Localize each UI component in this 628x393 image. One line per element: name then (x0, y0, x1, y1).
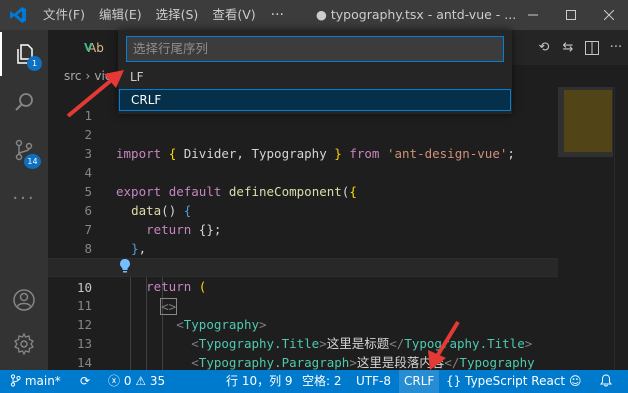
sync-icon: ⟳ (80, 374, 91, 388)
split-editor-icon (585, 40, 599, 55)
maximize-icon (566, 10, 576, 20)
title-bar: 文件(F) 编辑(E) 选择(S) 查看(V) ··· ● typography… (0, 0, 628, 30)
compare-button[interactable]: ⟲ (532, 36, 556, 60)
encoding[interactable]: UTF-8 (356, 370, 391, 393)
menu-more-button[interactable]: ··· (263, 7, 292, 23)
code-line: 9 return ( (48, 239, 558, 294)
code-line: 5 data() { (48, 163, 558, 218)
language-mode[interactable]: {} TypeScript React (446, 370, 565, 393)
indentation[interactable]: 空格: 2 (302, 370, 342, 393)
minimize-button[interactable] (514, 0, 552, 30)
code-line: 15 这里是第二内容二 (48, 353, 558, 370)
activity-bar: 1 14 ··· (0, 30, 48, 370)
account-icon (13, 289, 35, 311)
notifications-button[interactable] (600, 370, 612, 393)
eol-option-crlf[interactable]: CRLF (119, 89, 511, 111)
bell-icon (600, 374, 612, 387)
ellipsis-icon: ··· (12, 187, 36, 209)
language-name: TypeScript React (465, 374, 566, 388)
feedback-button[interactable]: ☺ (569, 370, 582, 393)
menu-edit[interactable]: 编辑(E) (92, 0, 149, 30)
status-bar: main* ⟳ ⓧ 0 ⚠ 35 行 10，列 9 空格: 2 UTF-8 CR… (0, 370, 628, 393)
menu-selection[interactable]: 选择(S) (149, 0, 206, 30)
manage-button[interactable] (0, 322, 48, 366)
vscode-logo-icon (0, 0, 36, 30)
eol-option-lf[interactable]: LF (119, 66, 511, 88)
ellipsis-icon: ··· (609, 40, 623, 55)
git-compare-icon: ⇆ (562, 40, 574, 55)
search-icon (15, 93, 33, 111)
code-line: 11 <Typography> (48, 277, 558, 332)
code-line: 12 <Typography.Title>这里是标题</Typography.T… (48, 296, 558, 351)
scm-badge: 14 (24, 154, 41, 169)
feedback-icon: ☺ (569, 374, 582, 388)
quick-pick-input[interactable]: 选择行尾序列 (126, 36, 504, 62)
sync-button[interactable]: ⟳ (80, 370, 90, 393)
git-branch-icon (10, 374, 21, 387)
warning-count: 35 (149, 374, 166, 388)
explorer-button[interactable]: 1 (0, 32, 48, 76)
breadcrumb-src[interactable]: src (64, 69, 82, 83)
code-line: 4 export default defineComponent({ (48, 144, 558, 199)
window-title: ● typography.tsx - antd-vue - ... (316, 7, 517, 22)
source-control-button[interactable]: 14 (0, 128, 48, 172)
code-editor[interactable]: 1 2 import { Divider, Typography } from … (48, 87, 558, 370)
error-count: 0 (123, 374, 132, 388)
search-button[interactable] (0, 80, 48, 124)
error-icon: ⓧ (108, 374, 121, 388)
editor-actions: ⟲ ⇆ ··· (532, 30, 628, 65)
accounts-button[interactable] (0, 278, 48, 322)
menu-file[interactable]: 文件(F) (36, 0, 92, 30)
lightbulb-icon[interactable] (118, 258, 132, 274)
code-line: 13 <Typography.Paragraph>这里是段落内容</Typogr… (48, 315, 558, 370)
code-line: 6 return {}; (48, 182, 558, 237)
eol-selector[interactable]: CRLF (399, 370, 440, 393)
close-button[interactable] (590, 0, 628, 30)
code-line: 7 }, (48, 201, 558, 256)
open-changes-button[interactable]: ⇆ (556, 36, 580, 60)
code-line: 3 (48, 125, 558, 161)
more-views-button[interactable]: ··· (0, 176, 48, 220)
branch-indicator[interactable]: main* (10, 370, 61, 393)
minimize-icon (528, 14, 538, 16)
close-icon (604, 10, 614, 20)
warning-icon: ⚠ (135, 374, 147, 388)
code-line: 14 <Typography.Paragraph> (48, 334, 558, 370)
braces-icon: {} (446, 374, 462, 388)
minimap-content (564, 90, 612, 152)
explorer-badge: 1 (27, 56, 42, 71)
cursor-position[interactable]: 行 10，列 9 (226, 370, 293, 393)
code-line: 8 render() { (48, 220, 558, 275)
split-editor-button[interactable] (580, 36, 604, 60)
vue-file-icon: V (84, 41, 93, 54)
maximize-button[interactable] (552, 0, 590, 30)
vertical-scrollbar[interactable] (614, 87, 628, 370)
breadcrumb-separator: › (85, 69, 91, 83)
more-actions-button[interactable]: ··· (604, 36, 628, 60)
gear-icon (14, 332, 34, 356)
menu-view[interactable]: 查看(V) (205, 0, 262, 30)
branch-name: main* (24, 374, 61, 388)
eol-quick-pick: 选择行尾序列 LF CRLF (118, 30, 512, 114)
problems-indicator[interactable]: ⓧ 0 ⚠ 35 (108, 370, 165, 393)
compare-icon: ⟲ (538, 40, 550, 55)
